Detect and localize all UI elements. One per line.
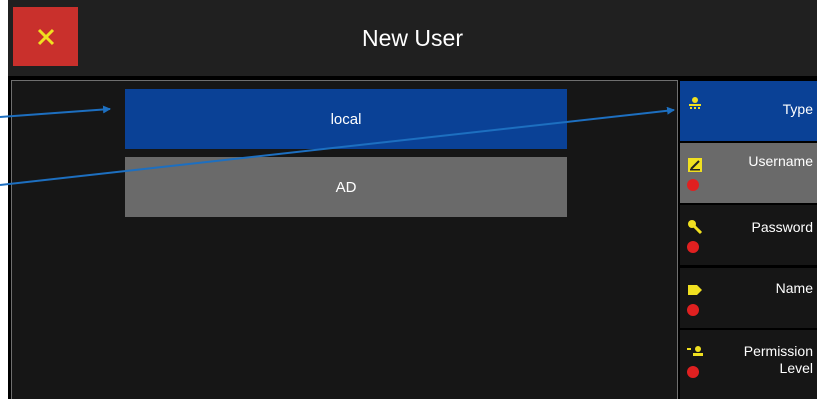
- sidebar-item-name[interactable]: Name: [680, 268, 817, 328]
- sidebar-item-label: Username: [748, 153, 813, 169]
- warning-icon: [687, 241, 699, 253]
- sidebar-item-label: Password: [751, 219, 813, 235]
- permission-icon: [687, 346, 703, 356]
- tag-icon: [688, 285, 702, 295]
- sidebar-item-label: Type: [782, 101, 813, 117]
- sidebar-item-label: Name: [775, 280, 813, 296]
- field-sidebar: Type Username Password Name Permission L…: [680, 80, 817, 399]
- type-options-panel: local AD: [11, 80, 678, 399]
- close-icon: [37, 28, 54, 45]
- warning-icon: [687, 304, 699, 316]
- close-button[interactable]: [13, 7, 78, 66]
- header-bar: New User: [8, 0, 817, 76]
- app-screen: New User local AD Type Username Password…: [8, 0, 817, 399]
- sidebar-item-permission-level[interactable]: Permission Level: [680, 330, 817, 399]
- page-title: New User: [362, 24, 463, 51]
- option-ad-button[interactable]: AD: [125, 157, 567, 217]
- sidebar-item-label: Permission Level: [743, 343, 813, 376]
- sidebar-item-password[interactable]: Password: [680, 205, 817, 265]
- warning-icon: [687, 366, 699, 378]
- pencil-icon: [688, 158, 702, 172]
- user-type-icon: [689, 97, 701, 109]
- sidebar-item-type[interactable]: Type: [680, 81, 817, 141]
- warning-icon: [687, 179, 699, 191]
- option-local-button[interactable]: local: [125, 89, 567, 149]
- key-icon: [688, 220, 703, 235]
- sidebar-item-username[interactable]: Username: [680, 143, 817, 203]
